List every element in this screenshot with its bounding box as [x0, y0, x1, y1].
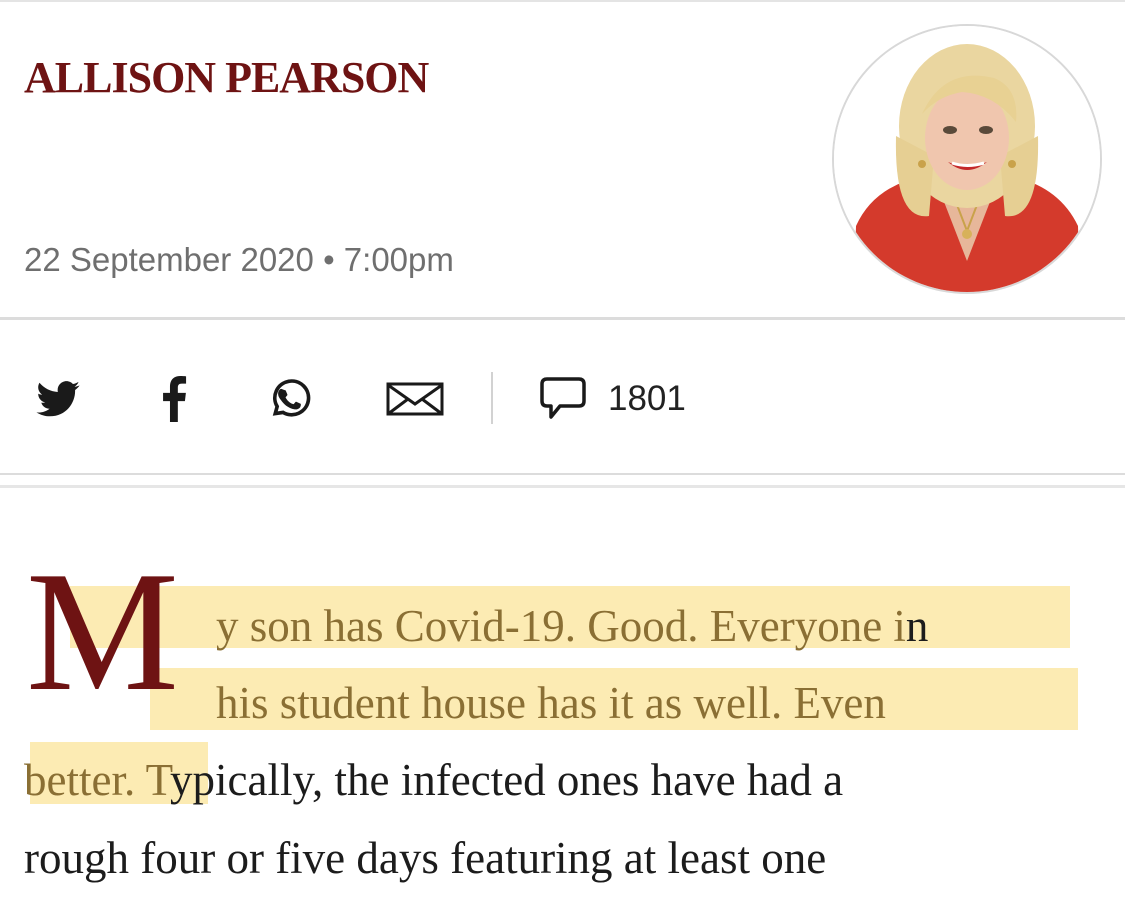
comments-button[interactable]: 1801 — [538, 374, 686, 424]
drop-cap: M — [26, 537, 179, 727]
plain-text: ypically, the infected ones have had a — [170, 755, 844, 805]
highlighted-text: better. T — [24, 755, 170, 805]
publish-dateline: 22 September 2020 • 7:00pm — [24, 243, 454, 276]
date-separator: • — [323, 241, 335, 278]
author-portrait-icon — [834, 26, 1100, 292]
twitter-bird-icon — [36, 381, 80, 417]
envelope-icon — [386, 382, 444, 416]
comments-count: 1801 — [608, 379, 686, 418]
email-share-button[interactable] — [383, 376, 447, 422]
plain-text: rough four or five days featuring at lea… — [24, 833, 827, 883]
publish-date: 22 September 2020 — [24, 241, 314, 278]
article-line: better. Typically, the infected ones hav… — [24, 758, 843, 803]
article-body: M y son has Covid-19. Good. Everyone in … — [0, 488, 1125, 919]
share-bar-divider — [0, 473, 1125, 475]
plain-text: n — [905, 601, 929, 651]
speech-bubble-icon — [540, 377, 586, 419]
author-avatar — [832, 24, 1102, 294]
publish-time: 7:00pm — [343, 241, 454, 278]
article-line: rough four or five days featuring at lea… — [24, 836, 826, 881]
whatsapp-share-button[interactable] — [258, 376, 322, 422]
article-line: his student house has it as well. Even — [216, 681, 886, 726]
author-name[interactable]: ALLISON PEARSON — [24, 56, 429, 100]
twitter-share-button[interactable] — [26, 376, 90, 422]
top-divider — [0, 0, 1125, 2]
facebook-f-icon — [163, 376, 187, 422]
share-bar: 1801 — [0, 320, 1125, 473]
share-divider — [491, 372, 493, 424]
article-line: y son has Covid-19. Good. Everyone in — [216, 604, 928, 649]
whatsapp-icon — [272, 379, 311, 417]
facebook-share-button[interactable] — [142, 376, 206, 422]
highlighted-text: his student house has it as well. Even — [216, 678, 886, 728]
highlighted-text: y son has Covid-19. Good. Everyone i — [216, 601, 906, 651]
